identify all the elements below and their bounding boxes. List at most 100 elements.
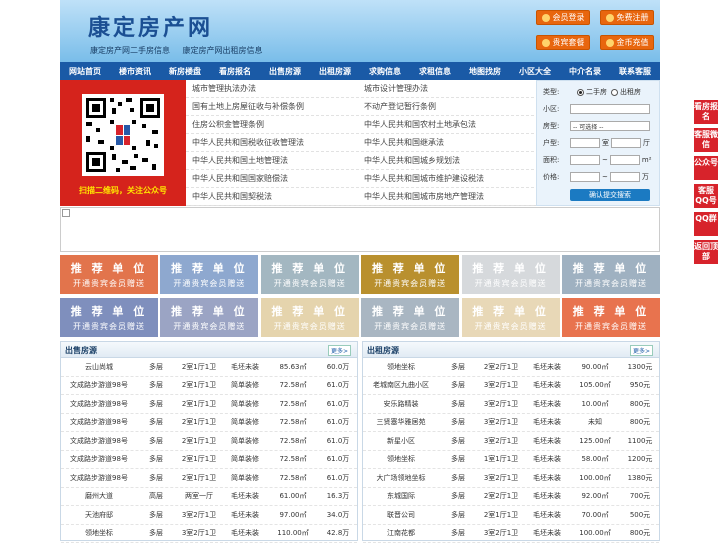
list-item[interactable]: 领地坐标多层1室1厅1卫毛坯未装58.00㎡1200元 (363, 451, 659, 470)
housetype-select[interactable]: -- 可选择 -- (570, 121, 650, 131)
nav-item[interactable]: 网站首页 (60, 62, 110, 80)
recommended-unit-ad[interactable]: 推 荐 单 位开通贵宾会员赠送 (361, 255, 459, 294)
policy-link[interactable]: 中华人民共和国国家赔偿法 (186, 170, 358, 187)
policy-link[interactable]: 中华人民共和国城乡规划法 (358, 152, 530, 169)
list-cell: 72.58㎡ (267, 417, 319, 427)
recommended-unit-ad[interactable]: 推 荐 单 位开通贵宾会员赠送 (462, 298, 560, 337)
nav-item[interactable]: 楼市资讯 (110, 62, 160, 80)
nav-item[interactable]: 新房楼盘 (160, 62, 210, 80)
policy-link[interactable]: 国有土地上房屋征收与补偿条例 (186, 98, 358, 115)
vip-package-button[interactable]: 贵宾套餐 (536, 35, 590, 50)
list-item[interactable]: 大广场领地坐标多层3室2厅1卫毛坯未装100.00㎡1380元 (363, 469, 659, 488)
policy-link[interactable]: 中华人民共和国农村土地承包法 (358, 116, 530, 133)
link-row: 住房公积金管理条例中华人民共和国农村土地承包法 (186, 116, 534, 134)
recommended-unit-ad[interactable]: 推 荐 单 位开通贵宾会员赠送 (261, 255, 359, 294)
ad-subtitle: 开通贵宾会员赠送 (73, 278, 145, 289)
side-float-item[interactable]: 看房报名 (694, 100, 718, 124)
sale-more-link[interactable]: 更多> (328, 345, 351, 356)
nav-item[interactable]: 求购信息 (360, 62, 410, 80)
list-cell: 2室1厅1卫 (175, 436, 223, 446)
side-float-item[interactable]: 客服微信 (694, 128, 718, 152)
nav-item[interactable]: 中介名录 (560, 62, 610, 80)
list-item[interactable]: 新星小区多层3室2厅1卫毛坯未装125.00㎡1100元 (363, 432, 659, 451)
list-item[interactable]: 文成路步游道98号多层2室1厅1卫简单装修72.58㎡61.0万 (61, 432, 357, 451)
list-item[interactable]: 老城南区九曲小区多层3室2厅1卫毛坯未装105.00㎡950元 (363, 377, 659, 396)
list-item[interactable]: 文成路步游道98号多层2室1厅1卫简单装修72.58㎡61.0万 (61, 469, 357, 488)
side-float-item[interactable]: 公众号 (694, 156, 718, 180)
policy-link[interactable]: 中华人民共和国城市房地产管理法 (358, 188, 530, 205)
list-cell: 多层 (137, 473, 175, 483)
side-float-item[interactable]: 客服QQ号 (694, 184, 718, 208)
list-item[interactable]: 文成路步游道98号多层2室1厅1卫简单装修72.58㎡61.0万 (61, 395, 357, 414)
list-cell: 多层 (439, 510, 477, 520)
policy-link[interactable]: 中华人民共和国契税法 (186, 188, 358, 205)
list-cell: 3室2厅1卫 (477, 399, 525, 409)
list-item[interactable]: 东城国际多层2室2厅1卫毛坯未装92.00㎡700元 (363, 488, 659, 507)
banner-image[interactable] (60, 207, 660, 252)
policy-link[interactable]: 中华人民共和国继承法 (358, 134, 530, 151)
nav-item[interactable]: 联系客服 (610, 62, 660, 80)
site-logo[interactable]: 康定房产网 (88, 10, 213, 42)
list-item[interactable]: 磨州大道高层两室一厅毛坯未装61.00㎡16.3万 (61, 488, 357, 507)
list-cell: 毛坯未装 (525, 417, 569, 427)
community-input[interactable] (570, 104, 650, 114)
type-radio-rent[interactable] (611, 89, 618, 96)
price-min-input[interactable] (570, 172, 600, 182)
list-cell: 97.00㎡ (267, 510, 319, 520)
recommended-unit-ad[interactable]: 推 荐 单 位开通贵宾会员赠送 (462, 255, 560, 294)
layout-label: 户型: (543, 138, 567, 148)
nav-item[interactable]: 出售房源 (260, 62, 310, 80)
price-max-input[interactable] (610, 172, 640, 182)
policy-link[interactable]: 中华人民共和国土地管理法 (186, 152, 358, 169)
login-button[interactable]: 会员登录 (536, 10, 590, 25)
search-submit-button[interactable]: 确认提交搜索 (570, 189, 650, 201)
list-item[interactable]: 江南花都多层3室2厅1卫毛坯未装100.00㎡800元 (363, 525, 659, 543)
list-item[interactable]: 领地坐标多层2室2厅1卫毛坯未装90.00㎡1300元 (363, 358, 659, 377)
nav-item[interactable]: 地图找房 (460, 62, 510, 80)
list-item[interactable]: 天池府邸多层3室2厅1卫毛坯未装97.00㎡34.0万 (61, 506, 357, 525)
policy-link[interactable]: 城市设计管理办法 (358, 80, 530, 97)
list-item[interactable]: 领地坐标多层3室2厅1卫毛坯未装110.00㎡42.8万 (61, 525, 357, 543)
ad-title: 推 荐 单 位 (472, 303, 549, 319)
nav-item[interactable]: 看房报名 (210, 62, 260, 80)
recommended-unit-ad[interactable]: 推 荐 单 位开通贵宾会员赠送 (60, 255, 158, 294)
recommended-unit-ad[interactable]: 推 荐 单 位开通贵宾会员赠送 (160, 255, 258, 294)
sub-link-rent[interactable]: 康定房产网出租房信息 (183, 46, 263, 55)
area-min-input[interactable] (570, 155, 600, 165)
recommended-unit-ad[interactable]: 推 荐 单 位开通贵宾会员赠送 (562, 255, 660, 294)
recommended-unit-ad[interactable]: 推 荐 单 位开通贵宾会员赠送 (160, 298, 258, 337)
policy-link[interactable]: 中华人民共和国城市维护建设税法 (358, 170, 530, 187)
recommended-unit-ad[interactable]: 推 荐 单 位开通贵宾会员赠送 (562, 298, 660, 337)
policy-link[interactable]: 住房公积金管理条例 (186, 116, 358, 133)
ad-title: 推 荐 单 位 (71, 260, 148, 276)
policy-link[interactable]: 不动产登记暂行条例 (358, 98, 530, 115)
ad-title: 推 荐 单 位 (171, 303, 248, 319)
list-item[interactable]: 文成路步游道98号多层2室1厅1卫简单装修72.58㎡61.0万 (61, 377, 357, 396)
recommended-unit-ad[interactable]: 推 荐 单 位开通贵宾会员赠送 (261, 298, 359, 337)
room-select[interactable] (570, 138, 600, 148)
nav-item[interactable]: 小区大全 (510, 62, 560, 80)
list-cell: 42.8万 (319, 528, 357, 538)
ad-subtitle: 开通贵宾会员赠送 (173, 278, 245, 289)
recommended-unit-ad[interactable]: 推 荐 单 位开通贵宾会员赠送 (60, 298, 158, 337)
register-button[interactable]: 免费注册 (600, 10, 654, 25)
list-item[interactable]: 联晋公司多层2室1厅1卫毛坯未装70.00㎡500元 (363, 506, 659, 525)
list-item[interactable]: 安乐路精装多层3室2厅1卫毛坯未装10.00㎡800元 (363, 395, 659, 414)
side-float-item[interactable]: 返回顶部 (694, 240, 718, 264)
area-max-input[interactable] (610, 155, 640, 165)
hall-select[interactable] (611, 138, 641, 148)
recommended-unit-ad[interactable]: 推 荐 单 位开通贵宾会员赠送 (361, 298, 459, 337)
nav-item[interactable]: 求租信息 (410, 62, 460, 80)
side-float-item[interactable]: QQ群 (694, 212, 718, 236)
type-radio-secondhand[interactable] (577, 89, 584, 96)
nav-item[interactable]: 出租房源 (310, 62, 360, 80)
rent-more-link[interactable]: 更多> (630, 345, 653, 356)
policy-link[interactable]: 中华人民共和国税收征收管理法 (186, 134, 358, 151)
coin-recharge-button[interactable]: 金币充值 (600, 35, 654, 50)
sub-link-sale[interactable]: 康定房产网二手房信息 (90, 46, 170, 55)
policy-link[interactable]: 城市管理执法办法 (186, 80, 358, 97)
list-item[interactable]: 文成路步游道98号多层2室1厅1卫简单装修72.58㎡61.0万 (61, 414, 357, 433)
list-item[interactable]: 文成路步游道98号多层2室1厅1卫简单装修72.58㎡61.0万 (61, 451, 357, 470)
list-item[interactable]: 云山尚城多层2室1厅1卫毛坯未装85.63㎡60.0万 (61, 358, 357, 377)
list-item[interactable]: 三贤塞华雅居苑多层3室2厅1卫毛坯未装未知800元 (363, 414, 659, 433)
